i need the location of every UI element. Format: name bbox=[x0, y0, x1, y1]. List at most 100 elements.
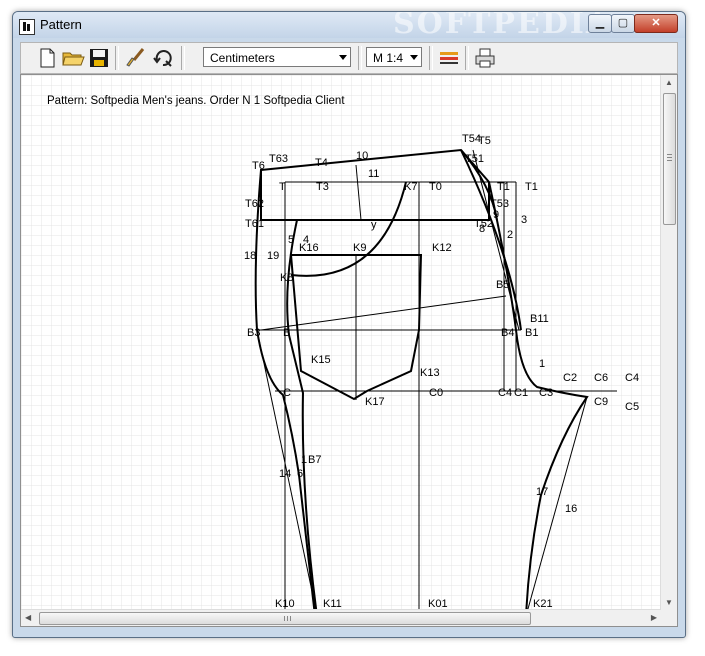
brush-button[interactable] bbox=[123, 46, 147, 70]
window-title: Pattern bbox=[40, 17, 82, 32]
vertical-scrollbar[interactable]: ▲ ▼ bbox=[660, 75, 677, 610]
point-label: 1 bbox=[301, 454, 307, 466]
toolbar: Centimeters M 1:4 bbox=[20, 42, 678, 74]
units-dropdown[interactable]: Centimeters bbox=[203, 47, 351, 67]
app-icon bbox=[19, 19, 35, 35]
layers-button[interactable] bbox=[437, 46, 461, 70]
point-label: 2 bbox=[507, 229, 513, 241]
scroll-right-icon[interactable]: ▶ bbox=[651, 613, 657, 622]
chevron-down-icon bbox=[410, 55, 418, 60]
point-label: C4 bbox=[498, 387, 512, 399]
horizontal-scrollbar[interactable]: ◀ ▶ bbox=[21, 609, 661, 626]
thumb-grip bbox=[290, 616, 291, 621]
point-label: C5 bbox=[625, 401, 639, 413]
point-label: C bbox=[283, 387, 291, 399]
toolbar-separator bbox=[429, 46, 433, 70]
point-label: T3 bbox=[316, 181, 329, 193]
point-label: K15 bbox=[311, 354, 331, 366]
point-label: B1 bbox=[525, 327, 538, 339]
point-label: K7 bbox=[404, 181, 417, 193]
point-label: T4 bbox=[315, 157, 328, 169]
pattern-caption: Pattern: Softpedia Men's jeans. Order N … bbox=[47, 95, 345, 107]
minimize-button[interactable]: ▁ bbox=[588, 14, 612, 33]
point-label: C6 bbox=[594, 372, 608, 384]
point-label: T0 bbox=[429, 181, 442, 193]
thumb-grip bbox=[667, 157, 672, 158]
point-label: 3 bbox=[521, 214, 527, 226]
refresh-icon bbox=[153, 50, 172, 67]
units-value: Centimeters bbox=[210, 51, 275, 65]
point-label: 19 bbox=[267, 250, 279, 262]
point-label: C2 bbox=[563, 372, 577, 384]
save-disk-icon bbox=[90, 49, 108, 67]
horizontal-scroll-thumb[interactable] bbox=[39, 612, 531, 625]
refresh-button[interactable] bbox=[151, 46, 175, 70]
point-label: C4 bbox=[625, 372, 639, 384]
toolbar-separator bbox=[115, 46, 119, 70]
chevron-down-icon bbox=[339, 55, 347, 60]
point-label: B11 bbox=[530, 313, 549, 325]
point-label: T bbox=[279, 181, 286, 193]
point-label: K16 bbox=[299, 242, 319, 254]
point-label: B7 bbox=[308, 454, 321, 466]
point-label: 5 bbox=[288, 234, 294, 246]
vertical-scroll-thumb[interactable] bbox=[663, 93, 676, 225]
point-label: C3 bbox=[539, 387, 553, 399]
maximize-button[interactable]: ▢ bbox=[611, 14, 635, 33]
point-label: 11 bbox=[368, 168, 379, 180]
thumb-grip bbox=[667, 154, 672, 155]
point-label: T1 bbox=[497, 181, 510, 193]
new-document-icon bbox=[40, 48, 55, 68]
pattern-canvas-area: Pattern: Softpedia Men's jeans. Order N … bbox=[20, 74, 678, 627]
point-label: T62 bbox=[245, 198, 264, 210]
print-button[interactable] bbox=[473, 46, 497, 70]
point-label: T5 bbox=[478, 135, 491, 147]
save-button[interactable] bbox=[87, 46, 111, 70]
point-label: T61 bbox=[245, 218, 264, 230]
thumb-grip bbox=[667, 160, 672, 161]
point-label: 14 bbox=[279, 468, 291, 480]
title-bar[interactable]: Pattern SOFTPEDIA ▁ ▢ ✕ bbox=[13, 12, 685, 41]
point-label: K13 bbox=[420, 367, 440, 379]
layers-icon bbox=[440, 52, 458, 64]
point-label: 9 bbox=[493, 209, 499, 221]
brush-icon bbox=[126, 48, 145, 67]
point-label: 1 bbox=[539, 358, 545, 370]
point-label: 6 bbox=[297, 468, 303, 480]
point-label: B4 bbox=[501, 327, 514, 339]
printer-icon bbox=[475, 48, 495, 68]
scroll-corner bbox=[661, 610, 677, 626]
scroll-up-icon[interactable]: ▲ bbox=[665, 78, 673, 87]
new-button[interactable] bbox=[35, 46, 59, 70]
point-label: 16 bbox=[565, 503, 577, 515]
toolbar-separator bbox=[465, 46, 469, 70]
point-label: C0 bbox=[429, 387, 443, 399]
point-label: 17 bbox=[536, 486, 548, 498]
point-label: 18 bbox=[244, 250, 256, 262]
point-label: B3 bbox=[247, 327, 260, 339]
point-label: B bbox=[283, 327, 290, 339]
point-label: B5 bbox=[496, 279, 509, 291]
scroll-left-icon[interactable]: ◀ bbox=[25, 613, 31, 622]
point-label: T51 bbox=[465, 153, 484, 165]
point-label: T6 bbox=[252, 160, 265, 172]
point-label: K9 bbox=[353, 242, 366, 254]
point-label: K8 bbox=[280, 272, 293, 284]
toolbar-separator bbox=[181, 46, 185, 70]
thumb-grip bbox=[284, 616, 285, 621]
thumb-grip bbox=[287, 616, 288, 621]
open-button[interactable] bbox=[61, 46, 85, 70]
open-folder-icon bbox=[62, 52, 85, 66]
point-label: 8 bbox=[479, 223, 485, 235]
point-label: C9 bbox=[594, 396, 608, 408]
pattern-drawing[interactable]: Pattern: Softpedia Men's jeans. Order N … bbox=[21, 75, 661, 610]
point-label: T1 bbox=[525, 181, 538, 193]
close-button[interactable]: ✕ bbox=[634, 14, 678, 33]
scroll-down-icon[interactable]: ▼ bbox=[665, 598, 673, 607]
point-label: 10 bbox=[356, 150, 368, 162]
point-label: K17 bbox=[365, 396, 385, 408]
pattern-window: Pattern SOFTPEDIA ▁ ▢ ✕ Centimeters M 1:… bbox=[12, 11, 686, 638]
scale-value: M 1:4 bbox=[373, 51, 404, 65]
point-label: T63 bbox=[269, 153, 288, 165]
scale-dropdown[interactable]: M 1:4 bbox=[366, 47, 422, 67]
